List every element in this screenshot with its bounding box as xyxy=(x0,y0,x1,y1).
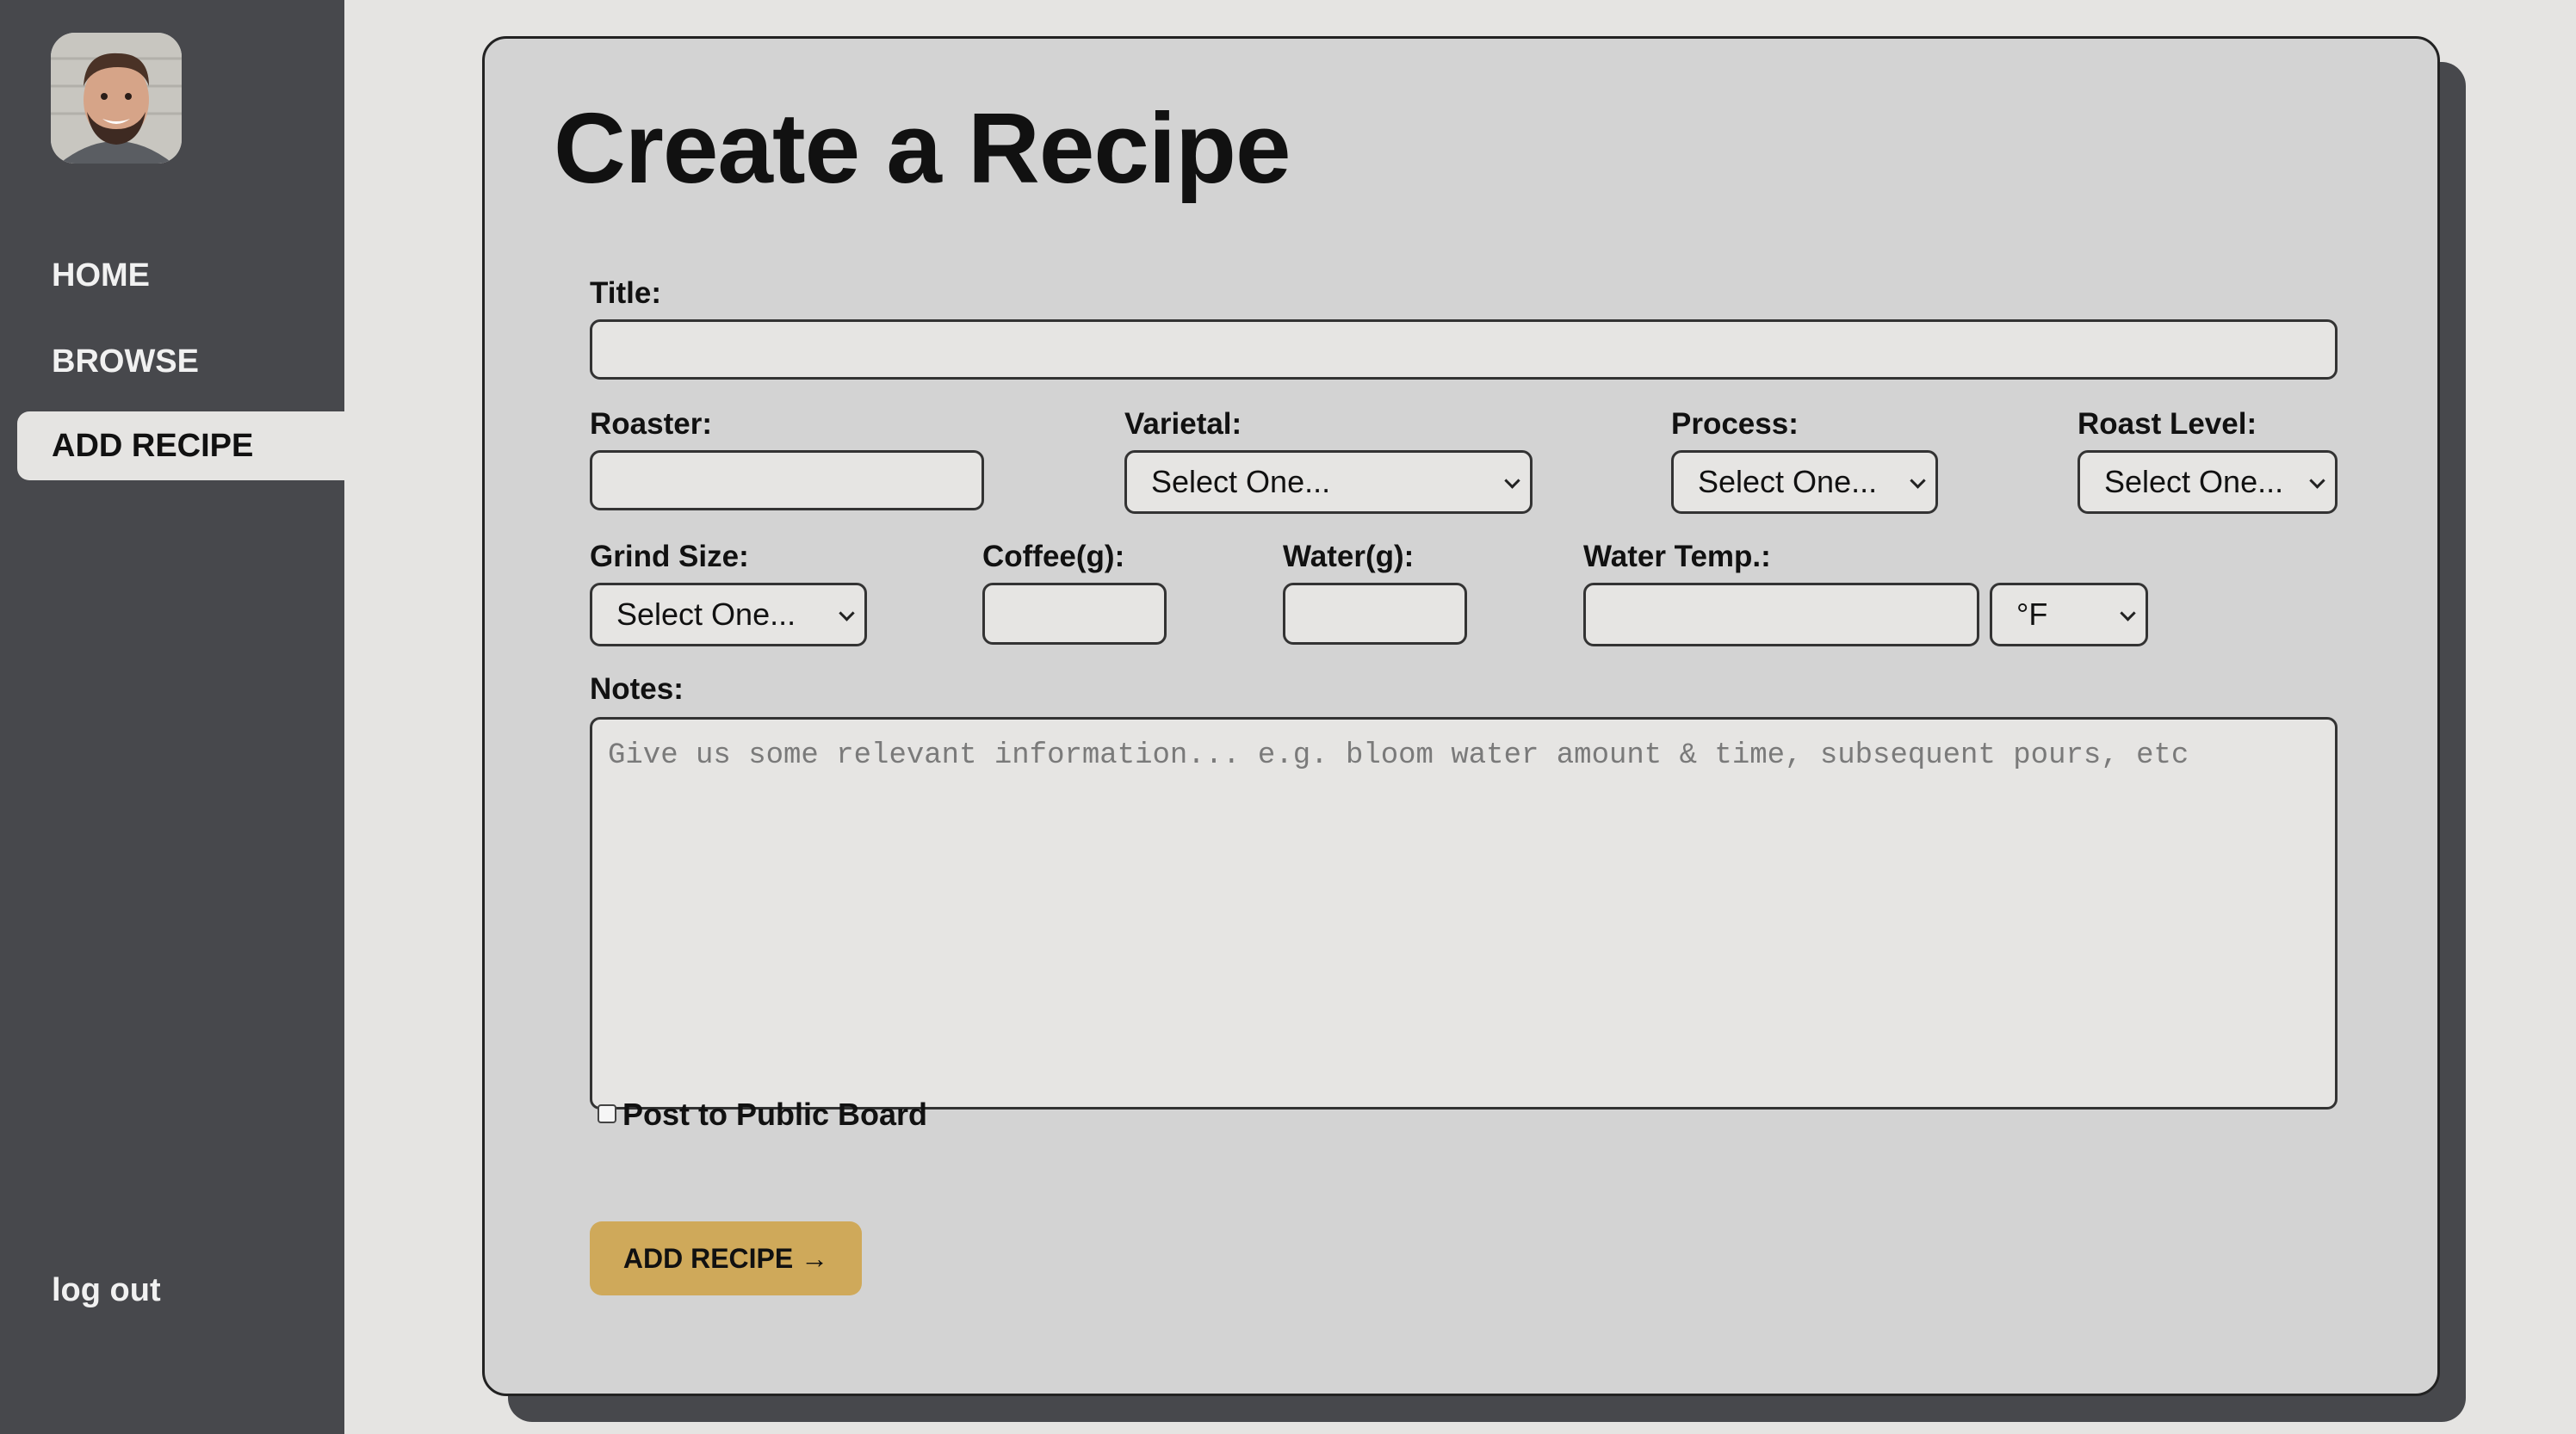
water-grams-input[interactable] xyxy=(1283,583,1467,645)
post-public-label[interactable]: Post to Public Board xyxy=(622,1097,927,1133)
chevron-down-icon xyxy=(1910,473,1926,489)
roaster-input[interactable] xyxy=(590,450,984,510)
grind-size-select[interactable]: Select One... xyxy=(590,583,867,646)
water-temp-input[interactable] xyxy=(1583,583,1979,646)
varietal-select-value: Select One... xyxy=(1151,464,1331,499)
chevron-down-icon xyxy=(839,605,855,621)
roaster-label: Roaster: xyxy=(590,407,712,441)
roast-level-select-value: Select One... xyxy=(2104,464,2284,499)
add-recipe-button[interactable]: ADD RECIPE → xyxy=(590,1221,862,1295)
avatar[interactable] xyxy=(51,33,182,164)
page-title: Create a Recipe xyxy=(554,92,1291,204)
post-public-checkbox[interactable] xyxy=(598,1104,616,1123)
chevron-down-icon xyxy=(2120,605,2136,621)
water-temp-label: Water Temp.: xyxy=(1583,540,1771,573)
water-label: Water(g): xyxy=(1283,540,1415,573)
varietal-select[interactable]: Select One... xyxy=(1124,450,1533,514)
process-label: Process: xyxy=(1671,407,1799,441)
temp-unit-select[interactable]: °F xyxy=(1990,583,2148,646)
process-select[interactable]: Select One... xyxy=(1671,450,1938,514)
coffee-label: Coffee(g): xyxy=(982,540,1125,573)
chevron-down-icon xyxy=(2309,473,2325,489)
coffee-grams-input[interactable] xyxy=(982,583,1167,645)
varietal-label: Varietal: xyxy=(1124,407,1242,441)
recipe-form-card: Create a Recipe Title: Roaster: Varietal… xyxy=(482,36,2440,1396)
grind-size-select-value: Select One... xyxy=(616,596,796,632)
notes-textarea[interactable] xyxy=(590,717,2338,1109)
sidebar: HOME BROWSE ADD RECIPE log out xyxy=(0,0,344,1434)
avatar-photo xyxy=(51,33,182,164)
nav-add-recipe[interactable]: ADD RECIPE xyxy=(17,411,344,480)
temp-unit-select-value: °F xyxy=(2016,596,2048,632)
logout-link[interactable]: log out xyxy=(52,1272,161,1309)
roast-level-select[interactable]: Select One... xyxy=(2078,450,2338,514)
notes-label: Notes: xyxy=(590,672,684,706)
title-label: Title: xyxy=(590,276,661,310)
chevron-down-icon xyxy=(1504,473,1520,489)
process-select-value: Select One... xyxy=(1698,464,1878,499)
title-input[interactable] xyxy=(590,319,2338,380)
grind-size-label: Grind Size: xyxy=(590,540,749,573)
roast-level-label: Roast Level: xyxy=(2078,407,2257,441)
nav-browse[interactable]: BROWSE xyxy=(0,327,199,396)
nav-home[interactable]: HOME xyxy=(0,241,150,310)
